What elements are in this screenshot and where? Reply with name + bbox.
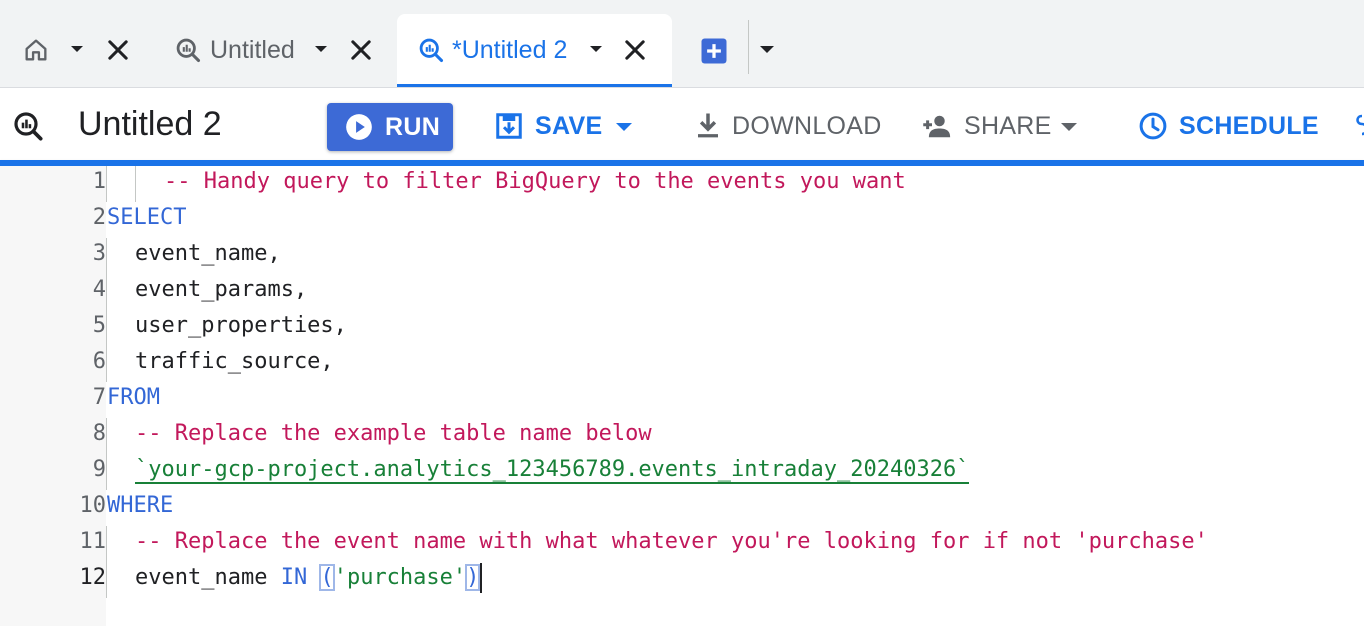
save-label: SAVE [535,112,603,140]
code-line[interactable]: event_params, [135,272,307,308]
bracket-match: ) [465,564,481,591]
chevron-down-icon[interactable] [590,46,602,52]
line-number-gutter: 1 2 3 4 5 6 7 8 9 10 11 12 [0,166,106,626]
line-number: 12 [79,565,107,590]
code-line[interactable]: FROM [107,380,160,416]
line-number: 6 [92,349,106,374]
code-line[interactable]: -- Handy query to filter BigQuery to the… [164,164,906,200]
divider [748,20,749,74]
sql-keyword: FROM [107,385,160,410]
text-cursor [480,563,483,593]
line-number: 3 [92,241,106,266]
download-label: DOWNLOAD [732,112,882,140]
chevron-down-icon[interactable] [616,123,632,131]
line-number: 11 [79,529,107,554]
line-number: 7 [92,385,106,410]
sql-keyword: SELECT [107,205,187,230]
code-line[interactable]: user_properties, [135,308,347,344]
share-label: SHARE [964,112,1052,140]
close-icon[interactable] [621,36,649,64]
tab-label: *Untitled 2 [452,36,568,64]
download-icon [698,113,718,138]
schedule-label: SCHEDULE [1179,112,1319,140]
close-icon[interactable] [104,36,132,64]
sql-comment: -- Replace the event name with what what… [135,529,1208,554]
code-line[interactable]: WHERE [107,488,173,524]
line-number: 1 [92,169,106,194]
indent-guide [135,166,136,202]
line-number: 4 [92,277,106,302]
tab-home[interactable] [0,14,150,88]
sql-string: 'purchase' [333,565,467,590]
run-button[interactable]: RUN [327,103,453,151]
indent-guide [106,238,107,382]
indent-guide [106,166,107,202]
code-line[interactable]: event_name, [135,236,281,272]
code-line[interactable]: event_name IN ('purchase') [135,560,481,596]
sql-token: event_name, [135,241,281,266]
indent-guide [106,526,107,598]
line-number: 2 [92,205,106,230]
table-reference: `your-gcp-project.analytics_123456789.ev… [135,457,970,484]
close-icon[interactable] [347,36,375,64]
person-add-icon [923,115,951,138]
clock-icon [1139,112,1167,140]
sql-editor[interactable]: 1 2 3 4 5 6 7 8 9 10 11 12 -- Handy query to filter… [0,166,1364,626]
code-line[interactable]: `your-gcp-project.analytics_123456789.ev… [135,452,970,488]
settings-icon[interactable] [1354,112,1364,140]
tab-untitled[interactable]: Untitled [160,14,390,88]
schedule-button[interactable]: SCHEDULE [1138,106,1319,146]
sql-keyword: IN [280,565,308,590]
run-label: RUN [385,113,441,141]
sql-keyword: WHERE [107,493,174,518]
query-icon [419,38,444,63]
tab-label: Untitled [210,36,295,64]
save-icon [496,113,522,139]
bracket-match: ( [319,564,335,591]
play-icon [346,114,372,140]
home-icon [25,39,47,61]
tab-untitled-2[interactable]: *Untitled 2 [397,14,672,87]
sql-token: traffic_source, [135,349,334,374]
line-number: 5 [92,313,106,338]
line-number: 9 [92,457,106,482]
sql-token: user_properties, [135,313,347,338]
query-icon [14,112,43,141]
query-title[interactable]: Untitled 2 [78,104,222,144]
code-line[interactable]: -- Replace the event name with what what… [135,524,1208,560]
line-number: 10 [79,493,107,518]
indent-guide [106,418,107,490]
add-tab-icon[interactable] [698,36,730,66]
sql-comment: -- Handy query to filter BigQuery to the… [164,169,906,194]
share-button[interactable]: SHARE [922,106,1082,146]
sql-token: event_params, [135,277,308,302]
save-button[interactable]: SAVE [494,106,639,146]
more-tabs-chevron-icon[interactable] [760,46,774,53]
sql-token: event_name [135,565,281,590]
code-line[interactable]: traffic_source, [135,344,334,380]
tab-strip: Untitled *Untitled 2 [0,0,1364,88]
code-line[interactable]: -- Replace the example table name below [135,416,652,452]
sql-comment: -- Replace the example table name below [135,421,652,446]
line-number: 8 [92,421,106,446]
chevron-down-icon[interactable] [71,46,83,52]
chevron-down-icon[interactable] [315,46,327,52]
download-button[interactable]: DOWNLOAD [693,106,881,146]
query-icon [176,38,201,63]
code-line[interactable]: SELECT [107,200,186,236]
chevron-down-icon[interactable] [1061,123,1077,131]
